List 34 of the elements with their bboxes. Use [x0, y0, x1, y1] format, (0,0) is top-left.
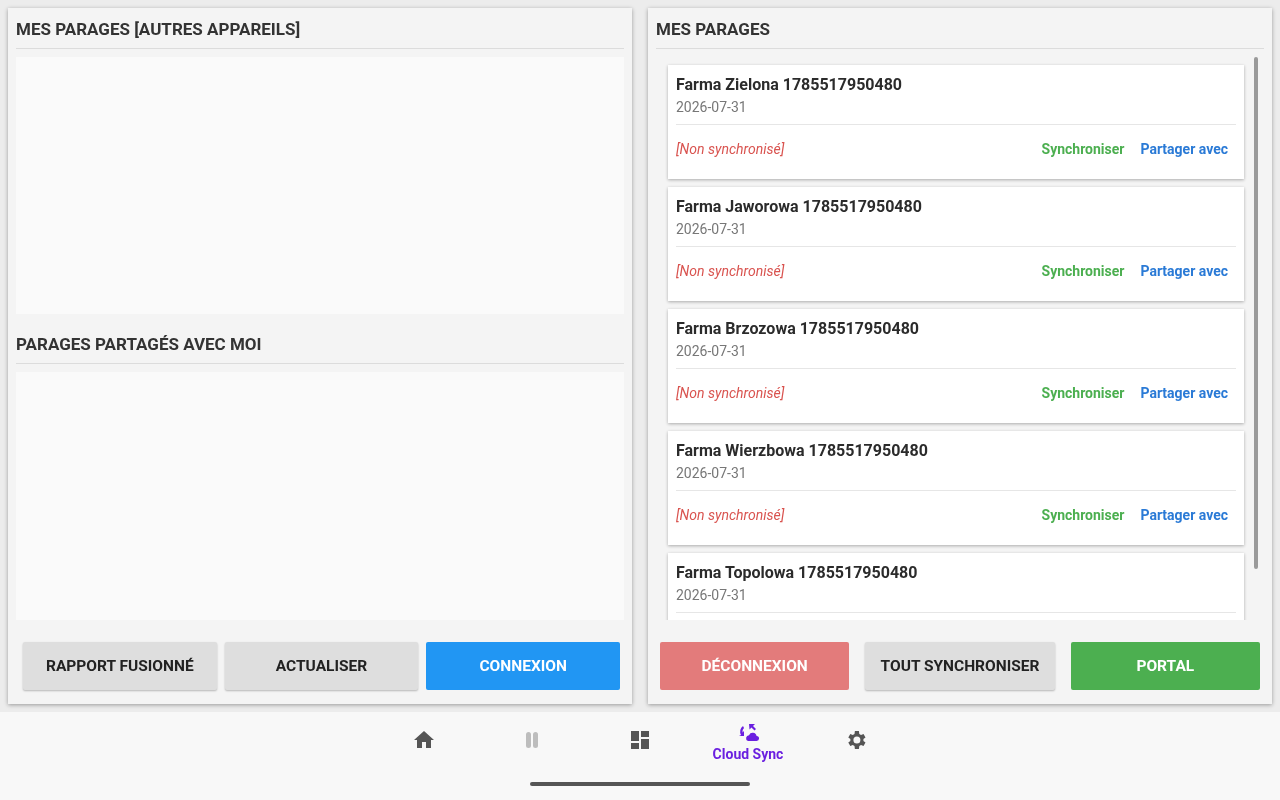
action-button[interactable]: ACTUALISER [224, 642, 419, 690]
farm-date: 2026-07-31 [676, 587, 748, 603]
sync-link[interactable]: Synchroniser [1033, 141, 1133, 157]
share-link[interactable]: Partager avec [1132, 141, 1236, 157]
farm-date: 2026-07-31 [676, 99, 748, 115]
section-title: MES PARAGES [AUTRES APPAREILS] [16, 8, 624, 49]
action-button[interactable]: TOUT SYNCHRONISER [865, 642, 1055, 690]
sync-link[interactable]: Synchroniser [1033, 507, 1133, 523]
action-button[interactable]: CONNEXION [426, 642, 620, 690]
dashboard-icon [628, 728, 652, 752]
sync-status: [Non synchronisé] [676, 385, 786, 401]
farm-date: 2026-07-31 [676, 343, 748, 359]
farm-name: Farma Jaworowa 1785517950480 [676, 197, 923, 216]
scrollbar[interactable] [1254, 57, 1258, 569]
action-button[interactable]: PORTAL [1070, 642, 1260, 690]
action-button[interactable]: RAPPORT FUSIONNÉ [23, 642, 217, 690]
farm-date: 2026-07-31 [676, 221, 748, 237]
action-button[interactable]: DÉCONNEXION [660, 642, 850, 690]
sync-status: [Non synchronisé] [676, 141, 786, 157]
sync-link[interactable]: Synchroniser [1033, 263, 1133, 279]
share-link[interactable]: Partager avec [1132, 385, 1236, 401]
farm-date: 2026-07-31 [676, 465, 748, 481]
nav-tab[interactable]: Cloud Sync [694, 712, 802, 774]
sync-status: [Non synchronisé] [676, 263, 786, 279]
section-title: MES PARAGES [656, 8, 1264, 49]
sync-status: [Non synchronisé] [676, 507, 786, 523]
farm-name: Farma Wierzbowa 1785517950480 [676, 441, 929, 460]
farm-name: Farma Zielona 1785517950480 [676, 75, 904, 94]
farm-name: Farma Topolowa 1785517950480 [676, 563, 919, 582]
sync-link[interactable]: Synchroniser [1033, 385, 1133, 401]
share-link[interactable]: Partager avec [1132, 263, 1236, 279]
farm-name: Farma Brzozowa 1785517950480 [676, 319, 920, 338]
section-title: PARAGES PARTAGÉS AVEC MOI [16, 314, 624, 364]
share-link[interactable]: Partager avec [1132, 507, 1236, 523]
